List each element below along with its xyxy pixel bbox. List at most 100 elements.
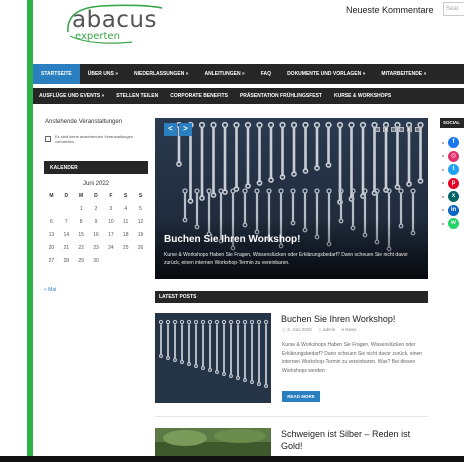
post-title-link[interactable]: Schweigen ist Silber – Reden ist Gold!: [281, 428, 431, 452]
nav-item[interactable]: ÜBER UNS »: [80, 64, 126, 84]
calendar-day[interactable]: 11: [118, 217, 133, 227]
featured-slider[interactable]: < > Buchen Sie Ihren Workshop! Kurse & W…: [155, 118, 428, 279]
calendar-day[interactable]: 16: [89, 230, 104, 240]
nav-item[interactable]: ANLEITUNGEN »: [197, 64, 253, 84]
post-date: ◷ 2. Juni 2022: [282, 327, 312, 333]
slider-next-button[interactable]: >: [179, 123, 192, 136]
calendar-day[interactable]: 22: [74, 243, 89, 253]
calendar-day[interactable]: 18: [118, 230, 133, 240]
nav-item[interactable]: FAQ: [253, 64, 279, 84]
nav-item[interactable]: STELLEN TEILEN: [110, 88, 164, 104]
calendar-day[interactable]: 28: [59, 256, 74, 266]
calendar-day[interactable]: 8: [74, 217, 89, 227]
calendar-day[interactable]: 21: [59, 243, 74, 253]
calendar-day[interactable]: 5: [133, 204, 148, 214]
latest-posts-heading: LATEST POSTS: [155, 291, 428, 303]
calendar-day[interactable]: 3: [103, 204, 118, 214]
folder-icon: ■: [341, 327, 345, 332]
social-bullet: [442, 141, 444, 144]
calendar-day[interactable]: 29: [74, 256, 89, 266]
social-bullet: [442, 182, 444, 184]
calendar-day[interactable]: 4: [118, 204, 133, 214]
slider-pagination: [375, 127, 420, 132]
calendar-weekday: D: [94, 193, 98, 199]
twitter-icon[interactable]: t: [448, 164, 459, 175]
calendar-day[interactable]: 9: [89, 217, 104, 227]
post-date-text: 2. Juni 2022: [287, 327, 312, 332]
slide-title[interactable]: Buchen Sie Ihren Workshop!: [164, 234, 301, 245]
search-input[interactable]: Sear: [443, 2, 464, 16]
calendar-day[interactable]: 27: [44, 256, 59, 266]
calendar-day[interactable]: 30: [89, 256, 104, 266]
post-image: [155, 428, 271, 456]
pinterest-icon[interactable]: p: [448, 177, 459, 189]
events-empty-text: Es sind keine anstehenden Veranstaltunge…: [55, 134, 134, 144]
calendar-weekday: F: [109, 193, 113, 199]
calendar-month: Juni 2022: [82, 181, 110, 187]
read-more-button[interactable]: READ MORE: [282, 391, 320, 402]
calendar-day[interactable]: 15: [74, 230, 89, 240]
slider-dot[interactable]: [375, 127, 380, 132]
calendar-weekday: S: [124, 193, 128, 199]
whatsapp-icon[interactable]: w: [448, 218, 459, 229]
calendar-day[interactable]: 12: [133, 217, 148, 227]
nav-item[interactable]: CORPORATE BENEFITS: [164, 88, 234, 104]
recent-comments-link[interactable]: Neueste Kommentare: [346, 5, 434, 15]
instagram-icon[interactable]: ◎: [448, 150, 459, 162]
bottom-bar: [0, 456, 464, 462]
slider-dot[interactable]: [399, 127, 404, 132]
calendar-day[interactable]: 26: [133, 243, 148, 253]
nav-item[interactable]: AUSFLÜGE UND EVENTS »: [33, 88, 110, 104]
calendar-day[interactable]: 6: [44, 217, 59, 227]
clock-icon: ◷: [282, 327, 286, 332]
events-widget-title: Anstehende Veranstaltungen: [45, 119, 123, 125]
post-excerpt: Kurse & Workshops Haben Sie Fragen, Wiss…: [282, 342, 423, 374]
social-bullet: [442, 222, 444, 225]
xing-icon[interactable]: x: [448, 191, 459, 202]
post-thumbnail[interactable]: [155, 313, 271, 403]
nav-item[interactable]: NIEDERLASSUNGEN »: [126, 64, 196, 84]
calendar-prev-month-link[interactable]: « Mai: [44, 287, 56, 293]
nav-item[interactable]: STARTSEITE: [33, 64, 80, 84]
calendar-day[interactable]: 19: [133, 230, 148, 240]
calendar-day: [103, 256, 118, 266]
post-category[interactable]: ■ News: [341, 327, 356, 333]
main-nav: STARTSEITE ÜBER UNS » NIEDERLASSUNGEN » ANL…: [33, 64, 464, 84]
social-bullet: [442, 195, 444, 198]
slider-dot[interactable]: [391, 127, 396, 132]
facebook-icon[interactable]: f: [448, 137, 459, 148]
calendar-day[interactable]: 17: [103, 230, 118, 240]
slider-dot[interactable]: [383, 127, 388, 132]
post-author[interactable]: ♙ admin: [318, 327, 336, 333]
post-category-text: News: [345, 327, 357, 332]
nav-item[interactable]: PRÄSENTATION FRÜHLINGSFEST: [234, 88, 328, 104]
slider-dot[interactable]: [407, 127, 412, 132]
calendar-day[interactable]: 14: [59, 230, 74, 240]
calendar-day: [44, 204, 59, 214]
post-thumbnail[interactable]: [155, 428, 271, 456]
post-meta: ◷ 2. Juni 2022 ♙ admin ■ News: [282, 327, 357, 333]
nav-item[interactable]: KURSE & WORKSHOPS: [328, 88, 397, 104]
calendar-heading: KALENDER: [44, 161, 148, 174]
calendar-day[interactable]: 13: [44, 230, 59, 240]
nav-item[interactable]: DOKUMENTE UND VORLAGEN »: [279, 64, 373, 84]
calendar-day[interactable]: 20: [44, 243, 59, 253]
social-heading: SOCIAL: [440, 118, 464, 128]
post-title-link[interactable]: Buchen Sie Ihren Workshop!: [281, 314, 395, 324]
calendar-day[interactable]: 1: [74, 204, 89, 214]
calendar-day[interactable]: 24: [103, 243, 118, 253]
slide-text: Kurse & Workshops Haben Sie Fragen, Wiss…: [164, 252, 408, 266]
calendar-day[interactable]: 23: [89, 243, 104, 253]
slider-dot[interactable]: [415, 127, 420, 132]
calendar-day[interactable]: 2: [89, 204, 104, 214]
social-bullet: [442, 155, 444, 157]
calendar-day[interactable]: 7: [59, 217, 74, 227]
calendar-day[interactable]: 10: [103, 217, 118, 227]
site-logo[interactable]: abacus experten: [62, 2, 172, 48]
calendar-day[interactable]: 25: [118, 243, 133, 253]
nav-item[interactable]: MITARBEITENDE »: [373, 64, 434, 84]
calendar-weekday: M: [79, 193, 84, 199]
linkedin-icon[interactable]: in: [448, 204, 459, 216]
slider-prev-button[interactable]: <: [164, 123, 177, 136]
post-author-text: admin: [323, 327, 336, 332]
